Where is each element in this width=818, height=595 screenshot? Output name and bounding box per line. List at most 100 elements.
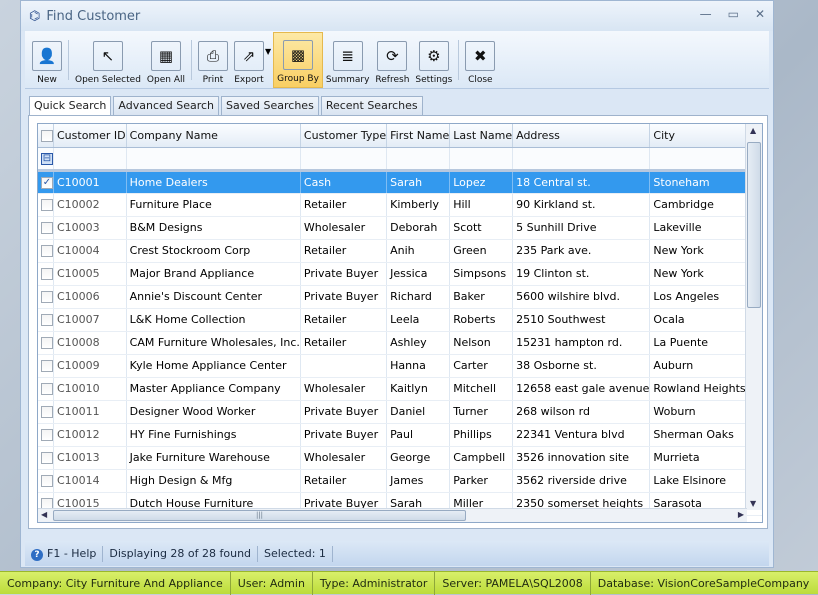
table-row[interactable]: C10007 L&K Home Collection Retailer Leela Ro… xyxy=(38,308,762,332)
cell-customer-type: Cash xyxy=(300,170,388,194)
tab-recent-searches[interactable]: Recent Searches xyxy=(320,96,423,115)
column-header-city[interactable]: City xyxy=(649,124,747,148)
row-checkbox-cell[interactable] xyxy=(38,262,54,286)
table-row[interactable]: C10012 HY Fine Furnishings Private Buyer Pa… xyxy=(38,423,762,447)
select-all-header[interactable] xyxy=(38,124,54,148)
row-checkbox-cell[interactable] xyxy=(38,308,54,332)
print-button[interactable]: ⎙ Print xyxy=(195,32,231,88)
column-header-address[interactable]: Address xyxy=(512,124,651,148)
minimize-button[interactable]: — xyxy=(700,7,712,21)
cell-customer-type: Private Buyer xyxy=(300,423,388,447)
toolbar: 👤 New ↖ Open Selected ▦ Open All ⎙ Print ⇗ Export… xyxy=(25,31,769,89)
table-row[interactable]: C10003 B&M Designs Wholesaler Deborah Scott 5… xyxy=(38,216,762,240)
row-checkbox[interactable] xyxy=(41,222,53,234)
scroll-up-icon[interactable]: ▲ xyxy=(750,126,756,135)
select-all-checkbox[interactable] xyxy=(41,129,53,142)
table-row[interactable]: C10011 Designer Wood Worker Private Buyer D… xyxy=(38,400,762,424)
open-selected-button[interactable]: ↖ Open Selected xyxy=(72,32,144,88)
filter-icon[interactable]: ⊟ xyxy=(41,152,53,165)
open-all-button[interactable]: ▦ Open All xyxy=(144,32,188,88)
table-row[interactable]: C10010 Master Appliance Company Wholesaler… xyxy=(38,377,762,401)
type-info: Type: Administrator xyxy=(313,571,436,595)
scroll-down-icon[interactable]: ▼ xyxy=(750,499,756,508)
column-header-last-name[interactable]: Last Name xyxy=(449,124,514,148)
row-checkbox-cell[interactable] xyxy=(38,400,54,424)
filter-cell-address[interactable] xyxy=(512,147,651,172)
column-header-customer-id[interactable]: Customer ID xyxy=(53,124,127,148)
export-dropdown-icon[interactable]: ▼ xyxy=(265,47,271,56)
filter-cell-customer-type[interactable] xyxy=(300,147,388,172)
table-row[interactable]: C10005 Major Brand Appliance Private Buyer… xyxy=(38,262,762,286)
row-checkbox-cell[interactable] xyxy=(38,331,54,355)
row-checkbox-cell[interactable] xyxy=(38,285,54,309)
table-row[interactable]: C10006 Annie's Discount Center Private Buy… xyxy=(38,285,762,309)
table-row[interactable]: C10008 CAM Furniture Wholesales, Inc. Reta… xyxy=(38,331,762,355)
session-info-bar: Company: City Furniture And Appliance Us… xyxy=(0,571,818,595)
row-checkbox-cell[interactable] xyxy=(38,354,54,378)
open-all-icon: ▦ xyxy=(150,41,181,71)
table-row[interactable]: C10014 High Design & Mfg Retailer James Park… xyxy=(38,469,762,493)
cell-city: Woburn xyxy=(649,400,747,424)
row-checkbox[interactable] xyxy=(41,199,53,211)
vertical-scrollbar[interactable]: ▲ ▼ xyxy=(745,124,762,510)
row-checkbox[interactable] xyxy=(41,452,53,464)
scroll-right-icon[interactable]: ▶ xyxy=(738,510,744,519)
table-row[interactable]: C10004 Crest Stockroom Corp Retailer Anih Gr… xyxy=(38,239,762,263)
export-button[interactable]: ⇗ Export xyxy=(231,32,267,88)
row-checkbox[interactable] xyxy=(41,268,53,280)
filter-cell-first-name[interactable] xyxy=(386,147,451,172)
help-item[interactable]: ? F1 - Help xyxy=(25,545,104,562)
summary-button[interactable]: ≣ Summary xyxy=(323,32,373,88)
settings-button[interactable]: ⚙ Settings xyxy=(412,32,455,88)
row-checkbox[interactable] xyxy=(41,475,53,487)
vertical-scroll-thumb[interactable] xyxy=(747,142,761,308)
new-button[interactable]: 👤 New xyxy=(29,32,65,88)
tab-advanced-search[interactable]: Advanced Search xyxy=(113,96,220,115)
column-header-company-name[interactable]: Company Name xyxy=(126,124,301,148)
filter-cell-last-name[interactable] xyxy=(449,147,514,172)
filter-cell-company-name[interactable] xyxy=(126,147,301,172)
table-row[interactable]: ✓ C10001 Home Dealers Cash Sarah Lopez 18 Cent… xyxy=(38,170,762,194)
cell-company-name: Master Appliance Company xyxy=(126,377,301,401)
tab-saved-searches[interactable]: Saved Searches xyxy=(221,96,319,115)
horizontal-scrollbar[interactable]: ◀ ||| ▶ xyxy=(38,508,747,522)
horizontal-scroll-thumb[interactable]: ||| xyxy=(53,510,466,521)
row-checkbox-cell[interactable] xyxy=(38,469,54,493)
filter-cell-customer-id[interactable] xyxy=(53,147,127,172)
toolbar-label: Print xyxy=(202,75,224,85)
refresh-button[interactable]: ⟳ Refresh xyxy=(372,32,412,88)
tab-quick-search[interactable]: Quick Search xyxy=(29,96,112,116)
group-by-button[interactable]: ▩ Group By xyxy=(273,32,323,88)
row-checkbox[interactable] xyxy=(41,337,53,349)
row-checkbox[interactable] xyxy=(41,314,53,326)
close-button[interactable]: ✕ xyxy=(755,7,765,21)
row-checkbox-cell[interactable] xyxy=(38,239,54,263)
filter-toggle[interactable]: ⊟ xyxy=(38,147,54,172)
row-checkbox[interactable] xyxy=(41,291,53,303)
table-row[interactable]: C10013 Jake Furniture Warehouse Wholesaler… xyxy=(38,446,762,470)
row-checkbox-cell[interactable]: ✓ xyxy=(38,170,54,194)
table-row[interactable]: C10002 Furniture Place Retailer Kimberly Hil… xyxy=(38,193,762,217)
row-checkbox-cell[interactable] xyxy=(38,193,54,217)
row-checkbox[interactable] xyxy=(41,406,53,418)
cell-last-name: Parker xyxy=(449,469,514,493)
maximize-button[interactable]: ▭ xyxy=(728,7,739,21)
table-row[interactable]: C10009 Kyle Home Appliance Center Hanna Car… xyxy=(38,354,762,378)
cell-address: 15231 hampton rd. xyxy=(512,331,651,355)
export-icon: ⇗ xyxy=(233,41,264,71)
column-header-customer-type[interactable]: Customer Type xyxy=(300,124,388,148)
scroll-left-icon[interactable]: ◀ xyxy=(41,510,47,519)
row-checkbox[interactable] xyxy=(41,429,53,441)
row-checkbox[interactable]: ✓ xyxy=(41,176,53,189)
column-header-first-name[interactable]: First Name xyxy=(386,124,451,148)
row-checkbox[interactable] xyxy=(41,383,53,395)
row-checkbox-cell[interactable] xyxy=(38,423,54,447)
row-checkbox-cell[interactable] xyxy=(38,216,54,240)
row-checkbox-cell[interactable] xyxy=(38,446,54,470)
close-button[interactable]: ✖ Close xyxy=(462,32,498,88)
row-checkbox[interactable] xyxy=(41,245,53,257)
row-checkbox[interactable] xyxy=(41,360,53,372)
cell-first-name: Daniel xyxy=(386,400,451,424)
filter-cell-city[interactable] xyxy=(649,147,747,172)
row-checkbox-cell[interactable] xyxy=(38,377,54,401)
